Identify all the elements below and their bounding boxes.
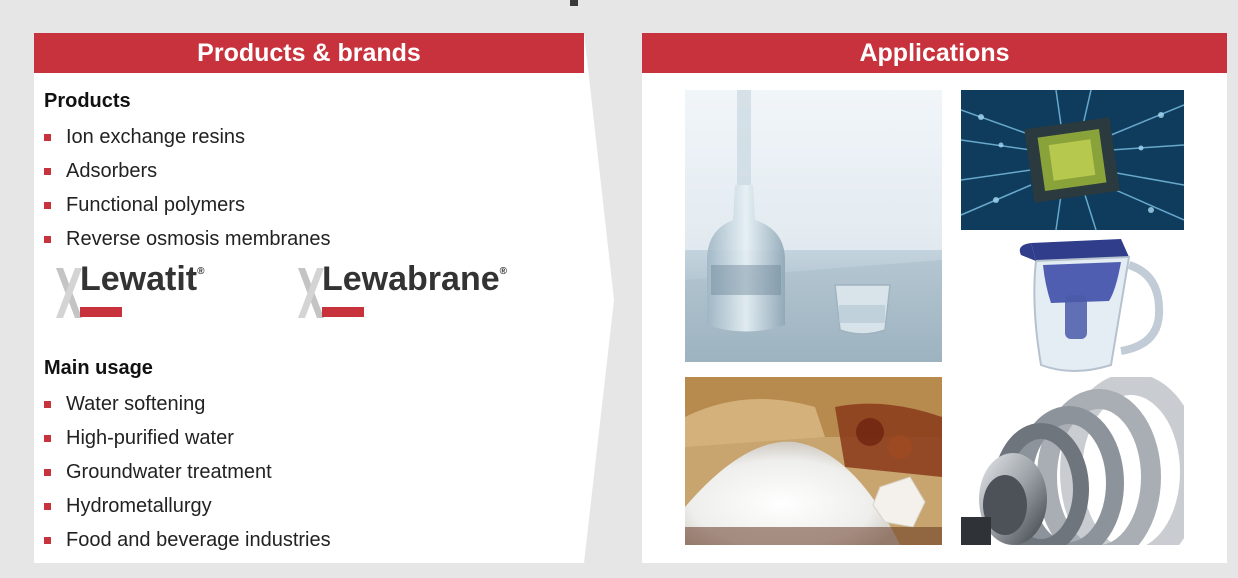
turbine-photo bbox=[961, 377, 1184, 545]
brand-underline bbox=[80, 307, 122, 317]
list-item: High-purified water bbox=[44, 421, 584, 455]
bullet-icon bbox=[44, 537, 51, 544]
products-title: Products bbox=[44, 90, 131, 112]
brand-name: Lewabrane bbox=[322, 260, 500, 298]
list-item-label: Adsorbers bbox=[66, 160, 158, 182]
main-usage-title: Main usage bbox=[44, 357, 153, 379]
microchip-photo bbox=[961, 90, 1184, 230]
bullet-icon bbox=[44, 202, 51, 209]
bullet-icon bbox=[44, 168, 51, 175]
x-mark-icon bbox=[298, 268, 324, 318]
list-item: Reverse osmosis membranes bbox=[44, 222, 584, 256]
list-item-label: Food and beverage industries bbox=[66, 529, 331, 551]
list-item: Hydrometallurgy bbox=[44, 489, 584, 523]
list-item: Functional polymers bbox=[44, 188, 584, 222]
products-list: Ion exchange resins Adsorbers Functional… bbox=[44, 120, 584, 256]
list-item-label: Groundwater treatment bbox=[66, 461, 272, 483]
main-usage-section: Main usage Water softening High-purified… bbox=[44, 355, 584, 557]
brand-name: Lewatit bbox=[80, 260, 198, 298]
list-item: Adsorbers bbox=[44, 154, 584, 188]
list-item: Groundwater treatment bbox=[44, 455, 584, 489]
list-item: Water softening bbox=[44, 387, 584, 421]
water-filter-pitcher-photo bbox=[961, 235, 1184, 377]
list-item-label: Water softening bbox=[66, 393, 206, 415]
bullet-icon bbox=[44, 236, 51, 243]
bullet-icon bbox=[44, 469, 51, 476]
list-item: Food and beverage industries bbox=[44, 523, 584, 557]
top-marker bbox=[570, 0, 578, 6]
x-mark-icon bbox=[56, 268, 82, 318]
lewatit-logo: Lewatit® bbox=[56, 256, 276, 326]
bullet-icon bbox=[44, 401, 51, 408]
list-item: Ion exchange resins bbox=[44, 120, 584, 154]
sugar-photo bbox=[685, 377, 942, 545]
bullet-icon bbox=[44, 435, 51, 442]
list-item-label: High-purified water bbox=[66, 427, 234, 449]
list-item-label: Reverse osmosis membranes bbox=[66, 228, 331, 250]
bullet-icon bbox=[44, 503, 51, 510]
brand-logos: Lewatit® Lewabrane® bbox=[56, 256, 596, 326]
applications-header: Applications bbox=[642, 33, 1227, 73]
registered-mark: ® bbox=[499, 265, 507, 277]
products-brands-header: Products & brands bbox=[34, 33, 584, 73]
list-item-label: Hydrometallurgy bbox=[66, 495, 212, 517]
list-item-label: Functional polymers bbox=[66, 194, 245, 216]
lewabrane-logo: Lewabrane® bbox=[298, 256, 598, 326]
bullet-icon bbox=[44, 134, 51, 141]
usage-list: Water softening High-purified water Grou… bbox=[44, 387, 584, 557]
list-item-label: Ion exchange resins bbox=[66, 126, 246, 148]
brand-underline bbox=[322, 307, 364, 317]
glass-bottle-photo bbox=[685, 90, 942, 362]
registered-mark: ® bbox=[197, 265, 205, 277]
products-section: Products Ion exchange resins Adsorbers F… bbox=[44, 88, 584, 256]
